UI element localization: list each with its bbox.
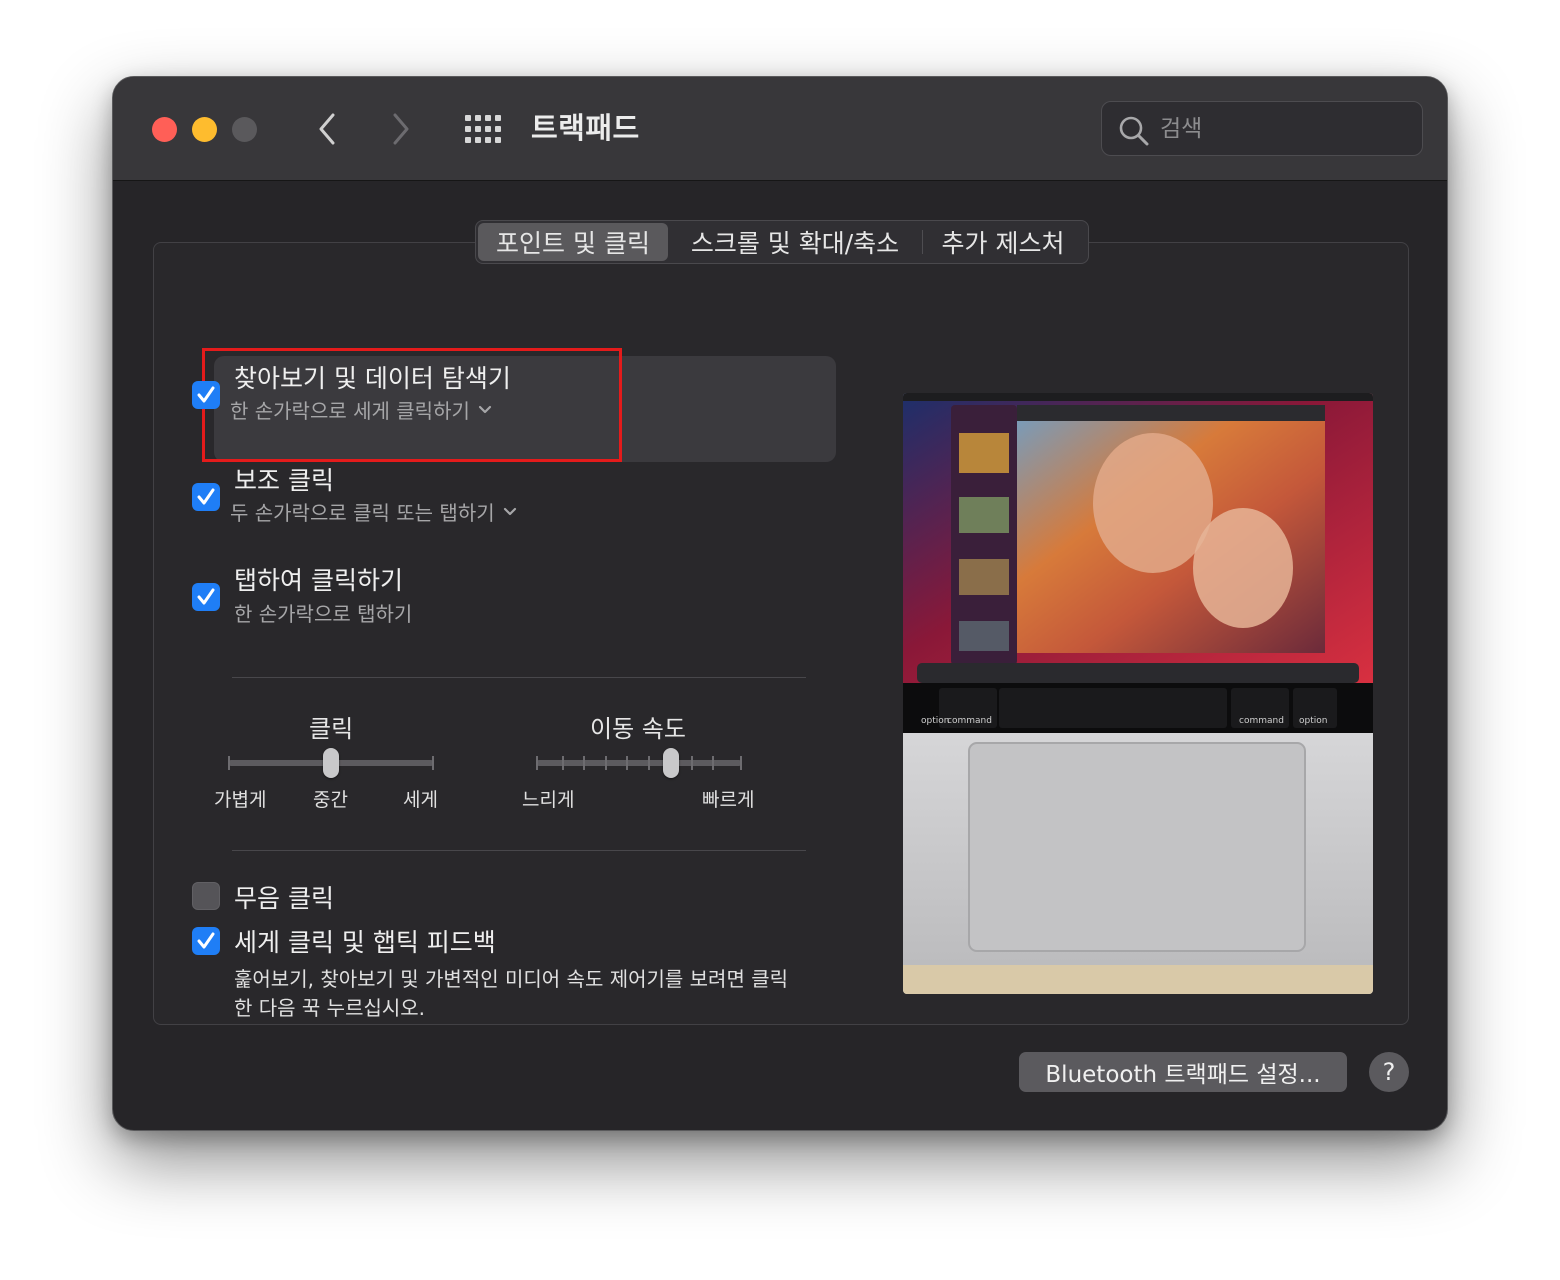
tab-scroll-and-zoom[interactable]: 스크롤 및 확대/축소 [668, 223, 922, 261]
secondary-click-subtitle: 두 손가락으로 클릭 또는 탭하기 [230, 501, 495, 525]
close-button[interactable] [152, 117, 177, 142]
lookup-checkbox[interactable] [192, 381, 220, 409]
key-label-option-right: option [1299, 716, 1327, 726]
search-field[interactable] [1101, 101, 1423, 156]
chevron-down-icon [503, 507, 516, 515]
speed-slider-label: 이동 속도 [590, 715, 686, 743]
slider-tick [712, 756, 714, 770]
checkmark-icon [197, 386, 215, 403]
slider-tick [691, 756, 693, 770]
tab-panel: 찾아보기 및 데이터 탐색기 한 손가락으로 세게 클릭하기 보조 클릭 두 손… [153, 242, 1409, 1025]
click-slider-label: 클릭 [309, 715, 354, 743]
search-input[interactable] [1160, 102, 1410, 155]
tab-point-and-click[interactable]: 포인트 및 클릭 [478, 223, 668, 261]
help-button[interactable]: ? [1369, 1052, 1409, 1092]
slider-tick [432, 756, 434, 770]
slider-tick [536, 756, 538, 770]
click-mid-label: 중간 [313, 789, 348, 811]
tab-bar: 포인트 및 클릭 스크롤 및 확대/축소 추가 제스처 [475, 220, 1089, 264]
secondary-click-title: 보조 클릭 [234, 466, 334, 495]
lookup-dropdown[interactable]: 한 손가락으로 세게 클릭하기 [230, 395, 492, 424]
force-click-checkbox[interactable] [192, 927, 220, 955]
lookup-title: 찾아보기 및 데이터 탐색기 [234, 364, 511, 393]
search-icon [1119, 116, 1149, 146]
key-label-command-right: command [1239, 716, 1284, 726]
tap-to-click-subtitle: 한 손가락으로 탭하기 [234, 602, 413, 626]
tap-to-click-checkbox[interactable] [192, 583, 220, 611]
tab-more-gestures[interactable]: 추가 제스처 [923, 223, 1083, 261]
silent-click-title: 무음 클릭 [234, 884, 334, 913]
slider-tick [626, 756, 628, 770]
click-slider-knob[interactable] [323, 748, 339, 778]
checkmark-icon [197, 588, 215, 605]
chevron-down-icon [478, 405, 491, 413]
slider-tick [228, 756, 230, 770]
secondary-click-dropdown[interactable]: 두 손가락으로 클릭 또는 탭하기 [230, 497, 517, 526]
tap-to-click-title: 탭하여 클릭하기 [234, 566, 403, 595]
key-label-command-left: command [947, 716, 992, 726]
titlebar: 트랙패드 [113, 77, 1447, 181]
force-click-description: 훑어보기, 찾아보기 및 가변적인 미디어 속도 제어기를 보려면 클릭한 다음… [234, 967, 789, 1020]
content-area: 찾아보기 및 데이터 탐색기 한 손가락으로 세게 클릭하기 보조 클릭 두 손… [113, 182, 1447, 1130]
speed-min-label: 느리게 [522, 789, 575, 811]
minimize-button[interactable] [192, 117, 217, 142]
bluetooth-trackpad-setup-button[interactable]: Bluetooth 트랙패드 설정... [1019, 1052, 1347, 1092]
click-max-label: 세게 [403, 789, 438, 811]
key-label-option-left: option [921, 716, 949, 726]
lookup-subtitle: 한 손가락으로 세게 클릭하기 [230, 399, 470, 423]
speed-max-label: 빠르게 [702, 789, 755, 811]
slider-tick [583, 756, 585, 770]
divider [232, 677, 806, 678]
macbook-preview-illustration: option command command option [903, 393, 1373, 994]
slider-tick [605, 756, 607, 770]
forward-button[interactable] [381, 107, 421, 151]
slider-tick [648, 756, 650, 770]
slider-tick [562, 756, 564, 770]
force-click-title: 세게 클릭 및 햅틱 피드백 [234, 928, 496, 957]
zoom-button[interactable] [232, 117, 257, 142]
chevron-left-icon [319, 113, 335, 145]
gesture-preview-image: option command command option [903, 393, 1373, 994]
secondary-click-checkbox[interactable] [192, 483, 220, 511]
slider-tick [740, 756, 742, 770]
checkmark-icon [197, 488, 215, 505]
window-title: 트랙패드 [531, 111, 640, 145]
system-preferences-window: 트랙패드 찾아보기 및 데이터 탐색기 한 손가락으로 세게 클릭하기 [112, 76, 1448, 1131]
divider [232, 850, 806, 851]
back-button[interactable] [307, 107, 347, 151]
speed-slider-knob[interactable] [663, 748, 679, 778]
chevron-right-icon [393, 113, 409, 145]
click-min-label: 가볍게 [214, 789, 267, 811]
show-all-grid-button[interactable] [461, 111, 505, 147]
silent-click-checkbox[interactable] [192, 882, 220, 910]
checkmark-icon [197, 932, 215, 949]
